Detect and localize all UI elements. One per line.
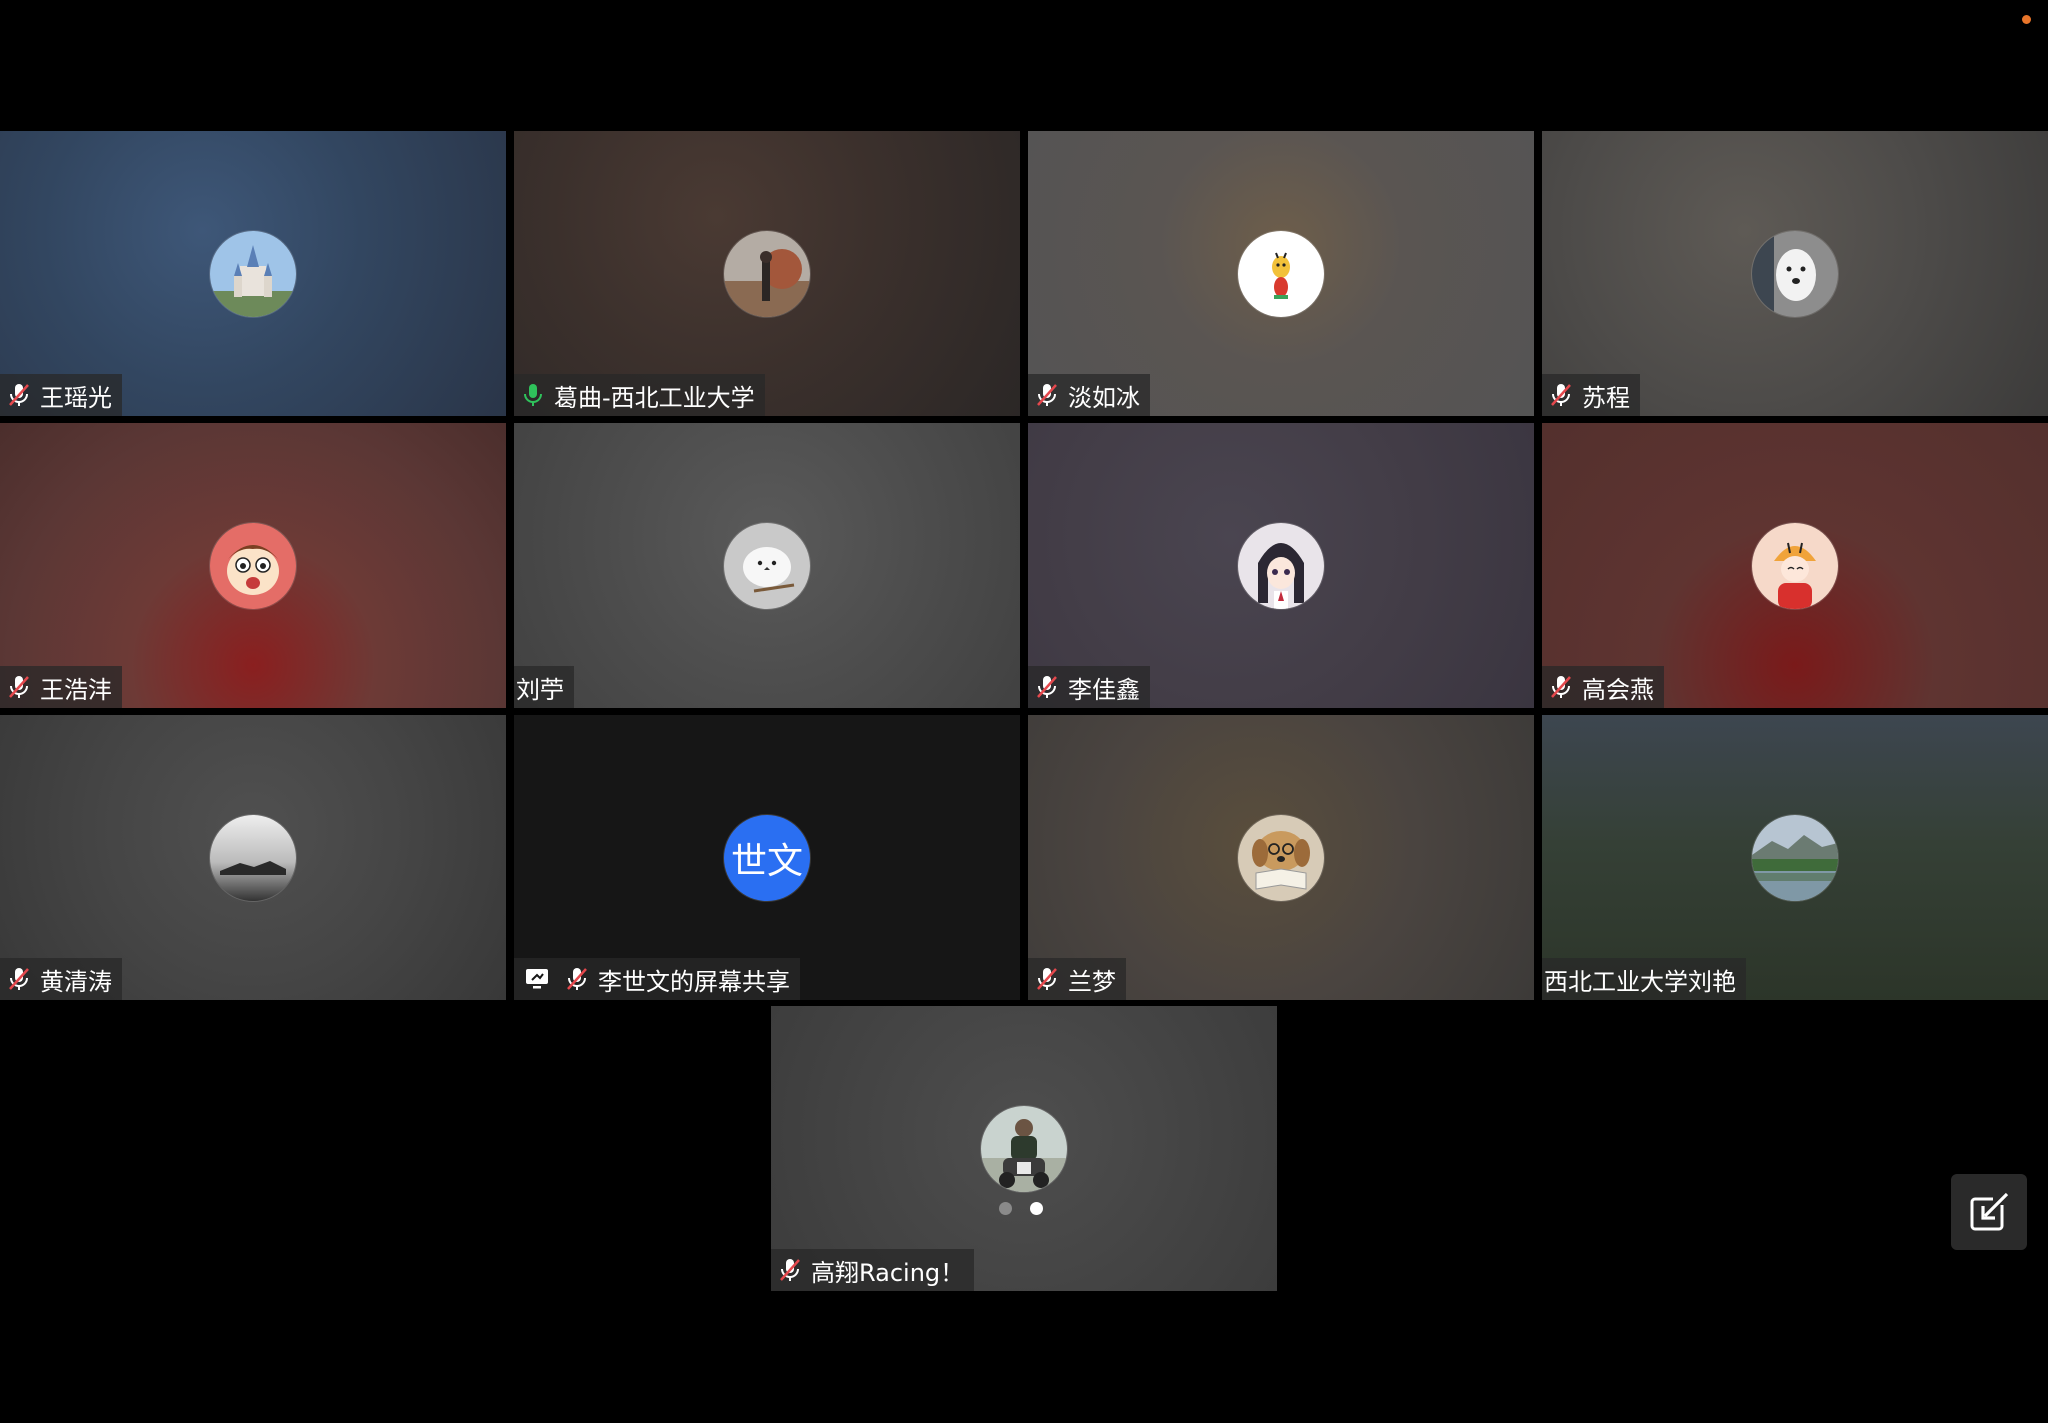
participant-name: 王瑶光 bbox=[40, 383, 112, 412]
motorcycle-rider-avatar-icon bbox=[981, 1105, 1067, 1192]
participant-name: 西北工业大学刘艳 bbox=[1544, 967, 1736, 996]
exit-fullscreen-icon bbox=[1970, 1192, 2009, 1231]
castle-avatar-icon bbox=[210, 230, 296, 317]
participant-name: 兰梦 bbox=[1068, 967, 1116, 996]
page-dot-1[interactable] bbox=[999, 1202, 1012, 1215]
page-indicator bbox=[999, 1202, 1043, 1215]
participant-tile[interactable]: 高会燕 bbox=[1542, 423, 2048, 708]
participant-tile[interactable]: 兰梦 bbox=[1028, 715, 1534, 1000]
mic-muted-icon bbox=[1037, 384, 1057, 406]
screen-share-icon bbox=[526, 969, 548, 989]
participant-tile[interactable]: 世文 李世文的屏幕共享 bbox=[514, 715, 1020, 1000]
mic-muted-icon bbox=[9, 676, 29, 698]
participant-tile[interactable]: 王浩沣 bbox=[0, 423, 506, 708]
lake-landscape-avatar-icon bbox=[1752, 814, 1838, 901]
participant-name: 高翔Racing！ bbox=[811, 1258, 965, 1287]
participant-nametag: 黄清涛 bbox=[0, 958, 122, 1000]
participant-tile[interactable]: 李佳鑫 bbox=[1028, 423, 1534, 708]
participant-name: 刘苧 bbox=[516, 675, 564, 704]
mic-muted-icon bbox=[9, 384, 29, 406]
cartoon-giraffe-avatar-icon bbox=[1238, 230, 1324, 317]
participant-tile[interactable]: 葛曲-西北工业大学 bbox=[514, 131, 1020, 416]
participant-nametag: 李佳鑫 bbox=[1028, 666, 1150, 708]
participant-nametag: 淡如冰 bbox=[1028, 374, 1150, 416]
participant-tile[interactable]: 王瑶光 bbox=[0, 131, 506, 416]
autumn-figure-avatar-icon bbox=[724, 230, 810, 317]
participant-name: 苏程 bbox=[1582, 383, 1630, 412]
participant-nametag: 苏程 bbox=[1542, 374, 1640, 416]
participant-tile[interactable]: 刘苧 bbox=[514, 423, 1020, 708]
participant-tile[interactable]: 苏程 bbox=[1542, 131, 2048, 416]
participant-name: 李佳鑫 bbox=[1068, 675, 1140, 704]
participant-nametag: 高会燕 bbox=[1542, 666, 1664, 708]
participant-name: 葛曲-西北工业大学 bbox=[554, 383, 755, 412]
mic-active-icon bbox=[524, 384, 542, 406]
participant-nametag: 王浩沣 bbox=[0, 666, 122, 708]
participant-name: 李世文的屏幕共享 bbox=[598, 967, 790, 996]
participant-nametag: 西北工业大学刘艳 bbox=[1542, 958, 1746, 1000]
participant-name: 王浩沣 bbox=[40, 675, 112, 704]
mic-muted-icon bbox=[9, 968, 29, 990]
participant-nametag: 刘苧 bbox=[514, 666, 574, 708]
participant-nametag: 王瑶光 bbox=[0, 374, 122, 416]
mic-muted-icon bbox=[1037, 968, 1057, 990]
mic-muted-icon bbox=[780, 1259, 800, 1281]
white-dog-avatar-icon bbox=[1752, 230, 1838, 317]
participant-nametag: 兰梦 bbox=[1028, 958, 1126, 1000]
dog-reading-avatar-icon bbox=[1238, 814, 1324, 901]
mic-muted-icon bbox=[1551, 384, 1571, 406]
participant-tile[interactable]: 高翔Racing！ bbox=[771, 1006, 1277, 1291]
mic-muted-icon bbox=[1037, 676, 1057, 698]
participant-nametag: 李世文的屏幕共享 bbox=[514, 958, 800, 1000]
participant-tile[interactable]: 西北工业大学刘艳 bbox=[1542, 715, 2048, 1000]
exit-fullscreen-button[interactable] bbox=[1951, 1174, 2027, 1250]
participant-nametag: 葛曲-西北工业大学 bbox=[514, 374, 765, 416]
grayscale-landscape-avatar-icon bbox=[210, 814, 296, 901]
text-avatar: 世文 bbox=[724, 814, 810, 901]
participant-name: 黄清涛 bbox=[40, 967, 112, 996]
mic-muted-icon bbox=[1551, 676, 1571, 698]
notification-dot bbox=[2022, 15, 2031, 24]
participant-tile[interactable]: 淡如冰 bbox=[1028, 131, 1534, 416]
anime-girl-avatar-icon bbox=[1238, 522, 1324, 609]
page-dot-2-active[interactable] bbox=[1030, 1202, 1043, 1215]
participant-nametag: 高翔Racing！ bbox=[771, 1249, 975, 1291]
mic-muted-icon bbox=[567, 968, 587, 990]
tiger-hat-child-avatar-icon bbox=[1752, 522, 1838, 609]
participant-tile[interactable]: 黄清涛 bbox=[0, 715, 506, 1000]
participant-name: 淡如冰 bbox=[1068, 383, 1140, 412]
white-bird-avatar-icon bbox=[724, 522, 810, 609]
participant-name: 高会燕 bbox=[1582, 675, 1654, 704]
avatar-initials: 世文 bbox=[730, 840, 803, 882]
cartoon-boy-face-avatar-icon bbox=[210, 522, 296, 609]
